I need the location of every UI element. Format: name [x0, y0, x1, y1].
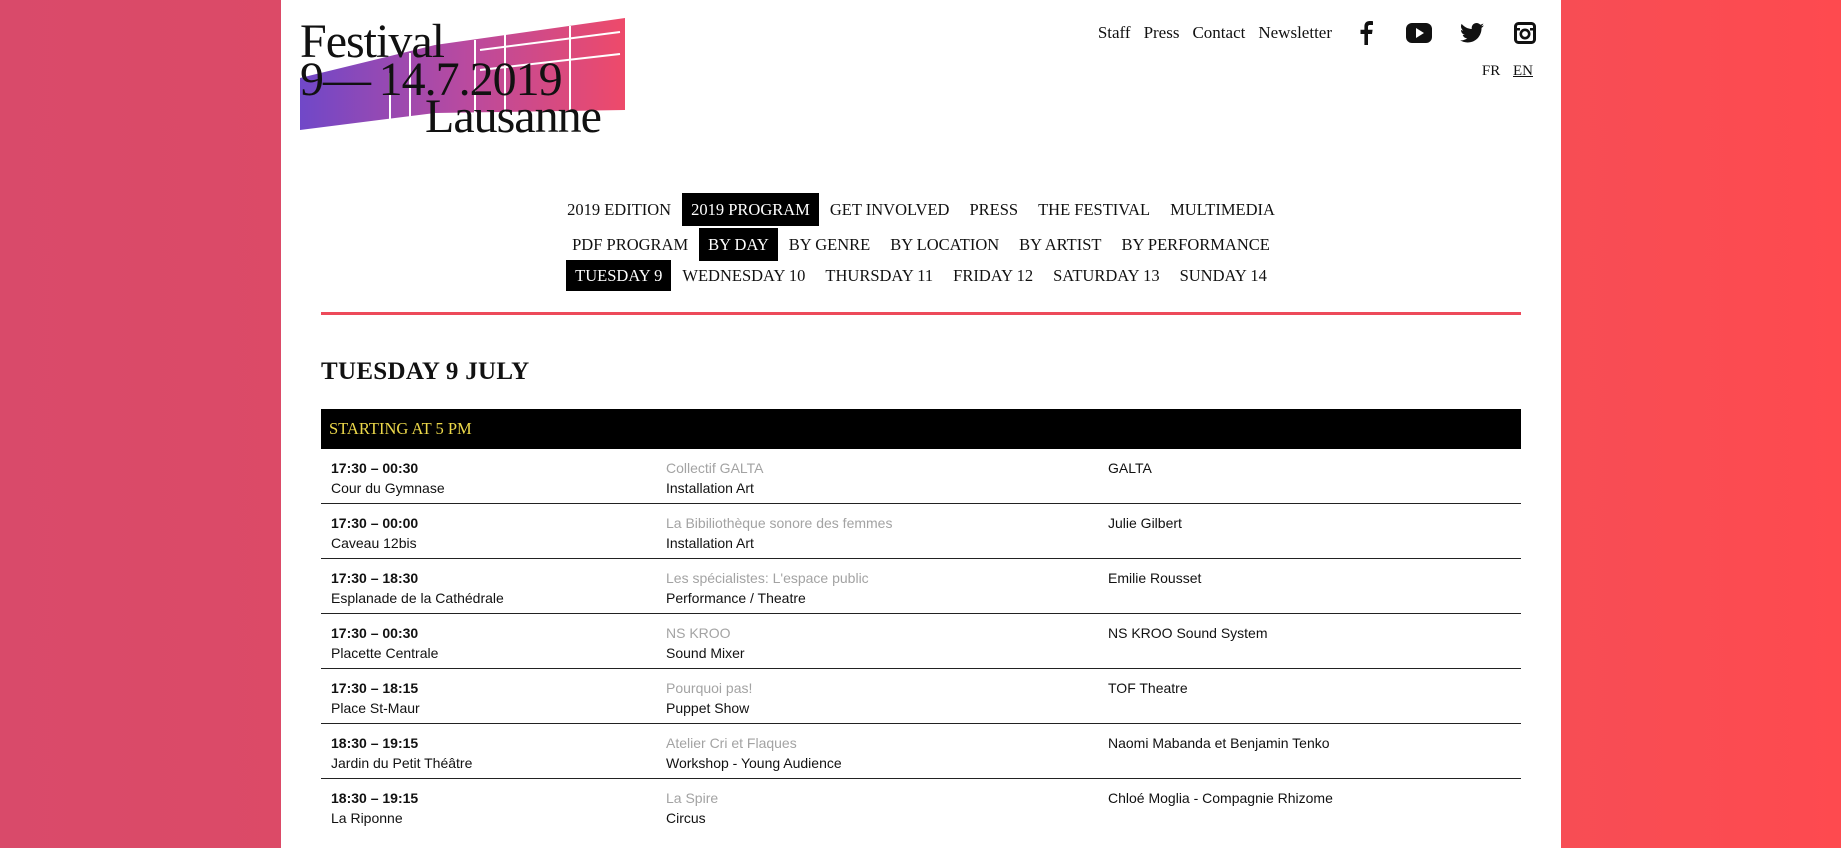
- nav-2019-edition[interactable]: 2019 EDITION: [558, 193, 680, 226]
- facebook-icon[interactable]: [1353, 20, 1379, 46]
- event-when-where: 17:30 – 00:30 Placette Centrale: [331, 623, 438, 663]
- subnav-by-day[interactable]: BY DAY: [699, 228, 778, 261]
- event-info: Collectif GALTA Installation Art: [666, 458, 764, 498]
- event-when-where: 17:30 – 18:30 Esplanade de la Cathédrale: [331, 568, 504, 608]
- subnav-by-artist[interactable]: BY ARTIST: [1010, 228, 1110, 261]
- event-info: La Bibiliothèque sonore des femmes Insta…: [666, 513, 892, 553]
- event-title[interactable]: NS KROO: [666, 623, 745, 643]
- nav-multimedia[interactable]: MULTIMEDIA: [1161, 193, 1284, 226]
- event-time: 18:30 – 19:15: [331, 735, 419, 751]
- day-tab-saturday[interactable]: SATURDAY 13: [1044, 260, 1169, 291]
- event-time: 17:30 – 18:30: [331, 570, 419, 586]
- lang-en-link[interactable]: EN: [1513, 63, 1533, 79]
- event-location[interactable]: Caveau 12bis: [331, 535, 417, 551]
- event-info: La Spire Circus: [666, 788, 718, 828]
- event-info: Pourquoi pas! Puppet Show: [666, 678, 752, 718]
- subnav-by-genre[interactable]: BY GENRE: [780, 228, 879, 261]
- logo-text-city: Lausanne: [425, 90, 602, 143]
- nav-press[interactable]: PRESS: [960, 193, 1027, 226]
- nav-link-newsletter[interactable]: Newsletter: [1258, 23, 1332, 43]
- event-when-where: 17:30 – 00:30 Cour du Gymnase: [331, 458, 445, 498]
- event-row[interactable]: 18:30 – 19:15 La Riponne La Spire Circus…: [321, 779, 1521, 834]
- day-tab-sunday[interactable]: SUNDAY 14: [1171, 260, 1276, 291]
- event-info: Atelier Cri et Flaques Workshop - Young …: [666, 733, 842, 773]
- event-row[interactable]: 18:30 – 19:15 Jardin du Petit Théâtre At…: [321, 724, 1521, 779]
- program-subnavigation: PDF PROGRAM BY DAY BY GENRE BY LOCATION …: [281, 228, 1561, 261]
- page: Festival 9— 14.7.2019 Lausanne Staff Pre…: [281, 0, 1561, 848]
- youtube-icon[interactable]: [1406, 20, 1432, 46]
- event-location[interactable]: Cour du Gymnase: [331, 480, 445, 496]
- event-artist[interactable]: Chloé Moglia - Compagnie Rhizome: [1108, 788, 1333, 808]
- divider: [321, 312, 1521, 315]
- event-row[interactable]: 17:30 – 18:15 Place St-Maur Pourquoi pas…: [321, 669, 1521, 724]
- main-navigation: 2019 EDITION 2019 PROGRAM GET INVOLVED P…: [281, 193, 1561, 226]
- event-time: 17:30 – 00:00: [331, 515, 419, 531]
- subnav-by-performance[interactable]: BY PERFORMANCE: [1112, 228, 1278, 261]
- event-genre: Workshop - Young Audience: [666, 755, 842, 771]
- nav-link-press[interactable]: Press: [1144, 23, 1180, 43]
- nav-get-involved[interactable]: GET INVOLVED: [821, 193, 959, 226]
- event-row[interactable]: 17:30 – 18:30 Esplanade de la Cathédrale…: [321, 559, 1521, 614]
- event-info: Les spécialistes: L'espace public Perfor…: [666, 568, 869, 608]
- nav-the-festival[interactable]: THE FESTIVAL: [1029, 193, 1159, 226]
- event-when-where: 18:30 – 19:15 La Riponne: [331, 788, 418, 828]
- event-artist[interactable]: GALTA: [1108, 458, 1152, 478]
- event-time: 17:30 – 18:15: [331, 680, 419, 696]
- subnav-pdf-program[interactable]: PDF PROGRAM: [563, 228, 697, 261]
- event-genre: Puppet Show: [666, 700, 750, 716]
- event-title[interactable]: Les spécialistes: L'espace public: [666, 568, 869, 588]
- event-location[interactable]: Esplanade de la Cathédrale: [331, 590, 504, 606]
- event-title[interactable]: La Bibiliothèque sonore des femmes: [666, 513, 892, 533]
- day-navigation: TUESDAY 9 WEDNESDAY 10 THURSDAY 11 FRIDA…: [281, 260, 1561, 291]
- event-time: 17:30 – 00:30: [331, 460, 419, 476]
- event-title[interactable]: Pourquoi pas!: [666, 678, 752, 698]
- day-tab-wednesday[interactable]: WEDNESDAY 10: [673, 260, 814, 291]
- event-when-where: 17:30 – 18:15 Place St-Maur: [331, 678, 420, 718]
- event-location[interactable]: La Riponne: [331, 810, 403, 826]
- event-location[interactable]: Jardin du Petit Théâtre: [331, 755, 472, 771]
- event-genre: Circus: [666, 810, 706, 826]
- day-tab-tuesday[interactable]: TUESDAY 9: [566, 260, 672, 291]
- event-artist[interactable]: Emilie Rousset: [1108, 568, 1201, 588]
- event-row[interactable]: 17:30 – 00:30 Cour du Gymnase Collectif …: [321, 449, 1521, 504]
- event-location[interactable]: Placette Centrale: [331, 645, 438, 661]
- event-genre: Sound Mixer: [666, 645, 745, 661]
- event-time: 18:30 – 19:15: [331, 790, 419, 806]
- lang-fr-link[interactable]: FR: [1482, 63, 1500, 79]
- day-tab-thursday[interactable]: THURSDAY 11: [816, 260, 942, 291]
- event-genre: Performance / Theatre: [666, 590, 806, 606]
- nav-2019-program[interactable]: 2019 PROGRAM: [682, 193, 819, 226]
- festival-logo[interactable]: Festival 9— 14.7.2019 Lausanne: [300, 18, 630, 141]
- event-title[interactable]: Atelier Cri et Flaques: [666, 733, 842, 753]
- event-title[interactable]: Collectif GALTA: [666, 458, 764, 478]
- event-when-where: 18:30 – 19:15 Jardin du Petit Théâtre: [331, 733, 472, 773]
- nav-link-staff[interactable]: Staff: [1098, 23, 1131, 43]
- event-when-where: 17:30 – 00:00 Caveau 12bis: [331, 513, 418, 553]
- event-info: NS KROO Sound Mixer: [666, 623, 745, 663]
- event-artist[interactable]: Julie Gilbert: [1108, 513, 1182, 533]
- day-tab-friday[interactable]: FRIDAY 12: [944, 260, 1042, 291]
- nav-link-contact[interactable]: Contact: [1192, 23, 1245, 43]
- event-time: 17:30 – 00:30: [331, 625, 419, 641]
- language-switcher: FR EN: [1473, 63, 1533, 80]
- event-artist[interactable]: NS KROO Sound System: [1108, 623, 1268, 643]
- subnav-by-location[interactable]: BY LOCATION: [881, 228, 1008, 261]
- event-genre: Installation Art: [666, 480, 754, 496]
- instagram-icon[interactable]: [1512, 20, 1538, 46]
- event-title[interactable]: La Spire: [666, 788, 718, 808]
- event-list: 17:30 – 00:30 Cour du Gymnase Collectif …: [321, 449, 1521, 834]
- social-links: [1345, 20, 1538, 46]
- event-artist[interactable]: Naomi Mabanda et Benjamin Tenko: [1108, 733, 1330, 753]
- section-header: STARTING AT 5 PM: [321, 409, 1521, 449]
- event-location[interactable]: Place St-Maur: [331, 700, 420, 716]
- event-genre: Installation Art: [666, 535, 754, 551]
- event-artist[interactable]: TOF Theatre: [1108, 678, 1188, 698]
- event-row[interactable]: 17:30 – 00:00 Caveau 12bis La Bibiliothè…: [321, 504, 1521, 559]
- page-title: TUESDAY 9 JULY: [321, 358, 530, 385]
- top-navigation: Staff Press Contact Newsletter: [1085, 20, 1538, 46]
- event-row[interactable]: 17:30 – 00:30 Placette Centrale NS KROO …: [321, 614, 1521, 669]
- twitter-icon[interactable]: [1459, 20, 1485, 46]
